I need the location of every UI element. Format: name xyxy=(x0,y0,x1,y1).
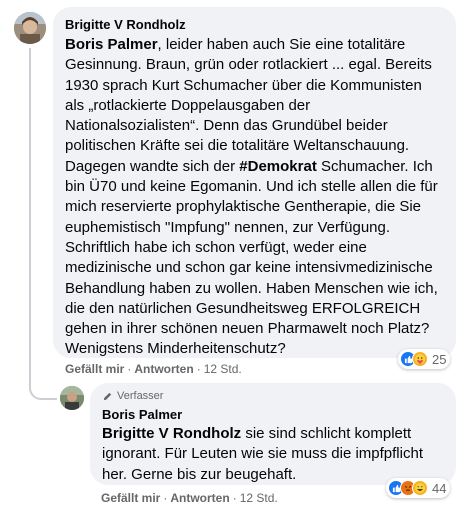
comment-author[interactable]: Brigitte V Rondholz xyxy=(65,17,444,33)
author-badge: Verfasser xyxy=(102,389,444,403)
reply-like-button[interactable]: Gefällt mir xyxy=(101,491,160,505)
thread-line xyxy=(29,48,31,378)
comment-text-part1: , leider haben auch Sie eine totalitäre … xyxy=(65,36,432,175)
separator-dot: · xyxy=(232,491,237,505)
comment-reaction-count: 25 xyxy=(432,351,447,367)
reply-bubble: Verfasser Boris Palmer Brigitte V Rondho… xyxy=(90,383,456,485)
pencil-icon xyxy=(103,392,112,400)
separator-dot: · xyxy=(163,491,168,505)
comment-hashtag[interactable]: #Demokrat xyxy=(239,158,317,175)
comment-bubble: Brigitte V Rondholz Boris Palmer, leider… xyxy=(53,7,456,358)
reply-reaction-count: 44 xyxy=(432,480,447,496)
comment-text-part2: Schumacher. Ich bin Ü70 und keine Egoman… xyxy=(65,157,438,358)
reply-text: Brigitte V Rondholz sie sind schlicht ko… xyxy=(102,424,444,485)
separator-dot: · xyxy=(196,362,201,376)
comment-text: Boris Palmer, leider haben auch Sie eine… xyxy=(65,35,444,360)
author-badge-label: Verfasser xyxy=(117,390,164,402)
reply-timestamp[interactable]: 12 Std. xyxy=(240,491,278,505)
comment-mention[interactable]: Boris Palmer xyxy=(65,36,158,53)
care-icon xyxy=(412,351,428,367)
reply-reactions[interactable]: 44 xyxy=(386,478,451,498)
separator-dot: · xyxy=(127,362,132,376)
comment-like-button[interactable]: Gefällt mir xyxy=(65,362,124,376)
reply-mention[interactable]: Brigitte V Rondholz xyxy=(102,425,241,442)
comment-actions: Gefällt mir · Antworten · 12 Std. xyxy=(65,362,242,376)
comment-reply-button[interactable]: Antworten xyxy=(134,362,193,376)
comment-reactions[interactable]: 25 xyxy=(398,349,451,369)
reply-author-avatar[interactable] xyxy=(60,386,84,410)
reply-actions: Gefällt mir · Antworten · 12 Std. xyxy=(101,491,278,505)
reply-author[interactable]: Boris Palmer xyxy=(102,407,444,423)
thread-connector xyxy=(29,370,57,400)
commenter-avatar[interactable] xyxy=(14,12,46,44)
comment-timestamp[interactable]: 12 Std. xyxy=(204,362,242,376)
haha-icon xyxy=(412,480,428,496)
reply-reply-button[interactable]: Antworten xyxy=(170,491,229,505)
